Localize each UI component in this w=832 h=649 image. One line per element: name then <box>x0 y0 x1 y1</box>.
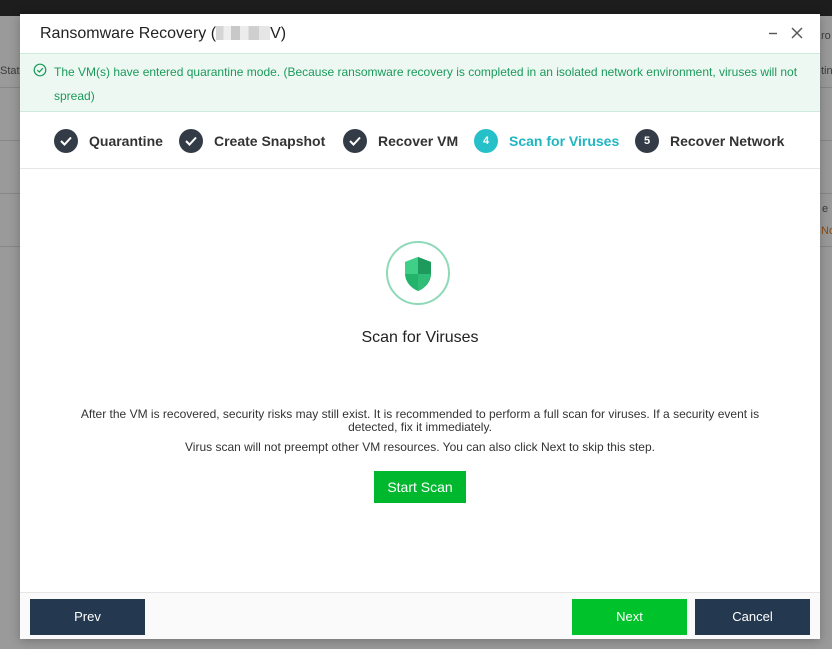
step-done-circle <box>343 129 367 153</box>
step-label: Quarantine <box>89 133 163 149</box>
step-label: Recover Network <box>670 133 785 149</box>
step-number-circle: 4 <box>474 129 498 153</box>
close-icon[interactable] <box>788 24 806 42</box>
background-column-header: Stat <box>0 65 20 77</box>
step-done-circle <box>179 129 203 153</box>
dialog-footer: Prev Next Cancel <box>20 592 820 639</box>
dialog-title-suffix: V) <box>270 25 287 42</box>
shield-icon-ring <box>386 241 450 305</box>
step-done-circle <box>54 129 78 153</box>
next-button[interactable]: Next <box>572 599 687 635</box>
checkmark-icon <box>60 136 72 146</box>
background-text: tin <box>821 65 832 77</box>
shield-icon <box>405 257 431 291</box>
check-circle-icon <box>33 63 47 77</box>
step-label: Scan for Viruses <box>509 133 620 149</box>
background-text: ro <box>821 30 831 42</box>
cancel-button[interactable]: Cancel <box>695 599 810 635</box>
quarantine-notice: The VM(s) have entered quarantine mode. … <box>20 53 820 112</box>
dialog-title-prefix: Ransomware Recovery ( <box>40 25 217 42</box>
minimize-icon[interactable] <box>765 24 783 42</box>
notice-text: The VM(s) have entered quarantine mode. … <box>54 65 798 103</box>
checkmark-icon <box>185 136 197 146</box>
step-number-circle: 5 <box>635 129 659 153</box>
ransomware-recovery-dialog: Ransomware Recovery ( V) The VM(s) have e… <box>20 14 820 639</box>
step-label: Create Snapshot <box>214 133 326 149</box>
background-text: e <box>822 203 829 215</box>
dialog-header: Ransomware Recovery ( V) <box>20 14 820 53</box>
recovery-steps: Quarantine Create Snapshot Recover VM 4 … <box>20 112 820 169</box>
checkmark-icon <box>349 136 361 146</box>
scan-description: After the VM is recovered, security risk… <box>80 407 760 434</box>
step-label: Recover VM <box>378 133 459 149</box>
prev-button[interactable]: Prev <box>30 599 145 635</box>
start-scan-button[interactable]: Start Scan <box>374 471 466 503</box>
background-text: No <box>821 225 832 237</box>
scan-note: Virus scan will not preempt other VM res… <box>185 440 655 454</box>
dialog-title: Ransomware Recovery ( V) <box>40 25 286 43</box>
redacted-vm-name <box>216 26 271 40</box>
content-title: Scan for Viruses <box>361 329 479 346</box>
